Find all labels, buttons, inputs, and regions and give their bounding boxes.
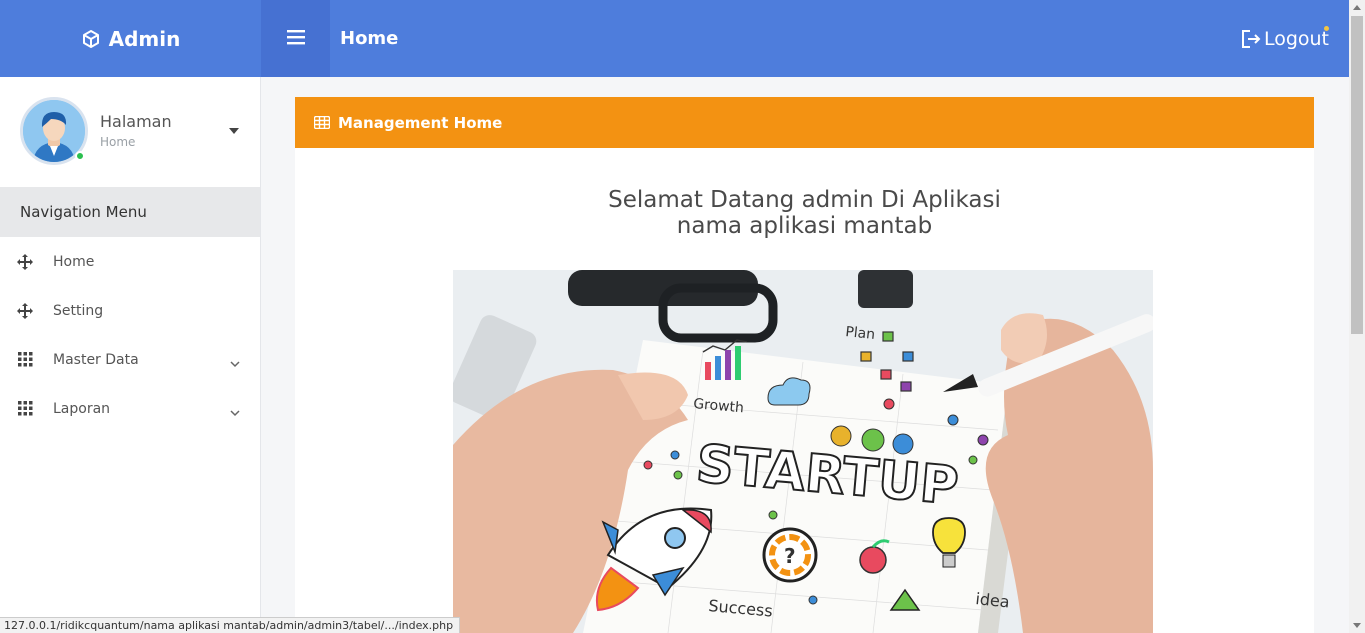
sidebar-item-label: Home xyxy=(53,253,95,270)
sidebar-item-label: Master Data xyxy=(53,351,139,368)
sidebar: Halaman Home Navigation Menu Home Settin… xyxy=(0,77,261,633)
scroll-up-arrow-icon[interactable] xyxy=(1353,5,1361,10)
sidebar-item-laporan[interactable]: Laporan xyxy=(0,384,260,433)
sidebar-item-label: Setting xyxy=(53,302,104,319)
move-arrows-icon xyxy=(16,302,34,320)
sidebar-item-setting[interactable]: Setting xyxy=(0,286,260,335)
welcome-message: Selamat Datang admin Di Aplikasi nama ap… xyxy=(295,187,1314,239)
profile-name: Halaman xyxy=(100,112,172,131)
sidebar-item-label: Laporan xyxy=(53,400,111,417)
profile-subtitle: Home xyxy=(100,135,136,149)
chevron-down-icon xyxy=(230,353,240,372)
scrollbar-thumb[interactable] xyxy=(1351,16,1363,334)
move-arrows-icon xyxy=(16,253,34,271)
card-header: Management Home xyxy=(295,97,1314,148)
idea-text: idea xyxy=(975,589,1011,611)
nav-heading: Navigation Menu xyxy=(0,187,260,237)
brand-logo[interactable]: Admin xyxy=(0,0,261,77)
profile-dropdown-caret-icon[interactable] xyxy=(229,128,239,134)
svg-text:?: ? xyxy=(784,544,796,568)
sign-out-icon xyxy=(1240,28,1262,50)
cube-icon xyxy=(81,29,101,49)
online-status-indicator xyxy=(75,151,85,161)
logout-button[interactable]: Logout xyxy=(1240,26,1329,50)
notification-dot xyxy=(1324,26,1329,31)
table-icon xyxy=(314,116,330,129)
startup-image: Growth Plan STARTUP ? Success idea xyxy=(453,270,1153,633)
sidebar-toggle-button[interactable] xyxy=(261,0,330,77)
sidebar-item-master-data[interactable]: Master Data xyxy=(0,335,260,384)
brand-name: Admin xyxy=(108,26,181,51)
grid-dots-icon xyxy=(16,400,34,418)
chevron-down-icon xyxy=(230,402,240,421)
page-scrollbar[interactable] xyxy=(1349,0,1365,633)
browser-status-bar: 127.0.0.1/ridikcquantum/nama aplikasi ma… xyxy=(0,617,461,633)
hamburger-icon xyxy=(286,29,305,49)
welcome-line-2: nama aplikasi mantab xyxy=(676,213,933,239)
scroll-down-arrow-icon[interactable] xyxy=(1353,623,1361,628)
plan-text: Plan xyxy=(845,324,876,343)
grid-dots-icon xyxy=(16,351,34,369)
top-navbar: Admin Home Logout xyxy=(0,0,1349,77)
logout-label: Logout xyxy=(1263,28,1329,50)
page-title: Home xyxy=(340,28,399,49)
welcome-line-1: Selamat Datang admin Di Aplikasi xyxy=(608,187,1001,213)
card-title: Management Home xyxy=(338,113,503,132)
management-home-card: Management Home Selamat Datang admin Di … xyxy=(295,97,1314,633)
sidebar-item-home[interactable]: Home xyxy=(0,237,260,286)
user-profile: Halaman Home xyxy=(0,77,260,187)
